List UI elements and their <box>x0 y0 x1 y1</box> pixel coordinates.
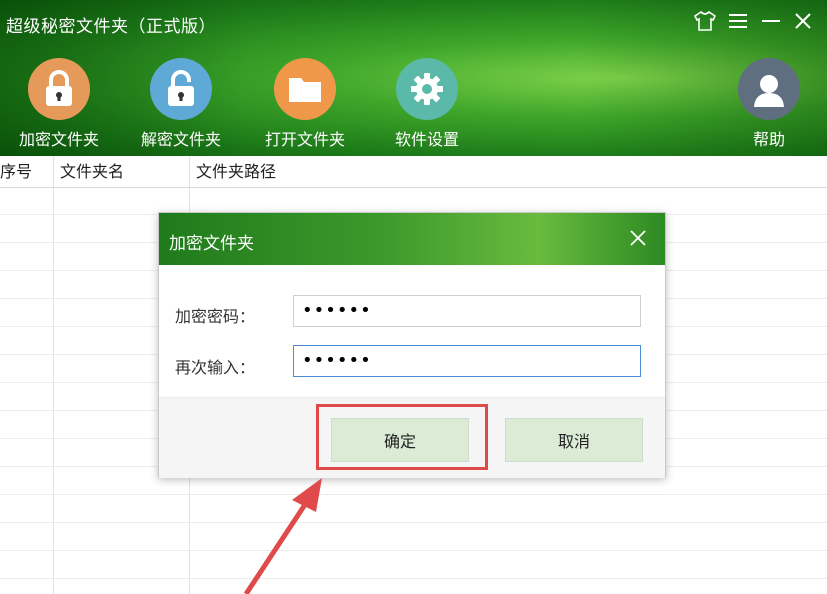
settings-button[interactable]: 软件设置 <box>372 58 482 150</box>
toolbar-label: 打开文件夹 <box>264 130 345 149</box>
app-title: 超级秘密文件夹（正式版） <box>6 17 216 37</box>
decrypt-folder-button[interactable]: 解密文件夹 <box>126 58 236 150</box>
toolbar-label: 解密文件夹 <box>140 130 221 149</box>
open-folder-button[interactable]: 打开文件夹 <box>250 58 360 150</box>
lock-open-icon <box>150 58 212 120</box>
minimize-icon[interactable] <box>758 8 784 34</box>
lock-closed-icon <box>28 58 90 120</box>
menu-icon[interactable] <box>725 8 751 34</box>
toolbar-label: 帮助 <box>752 130 785 149</box>
encrypt-folder-button[interactable]: 加密文件夹 <box>4 58 114 150</box>
gear-icon <box>396 58 458 120</box>
help-button[interactable]: 帮助 <box>714 58 824 150</box>
close-icon[interactable] <box>790 8 816 34</box>
folder-icon <box>274 58 336 120</box>
toolbar-label: 加密文件夹 <box>18 130 99 149</box>
user-avatar-icon <box>738 58 800 120</box>
skin-icon[interactable] <box>692 8 718 34</box>
toolbar-label: 软件设置 <box>394 130 459 149</box>
